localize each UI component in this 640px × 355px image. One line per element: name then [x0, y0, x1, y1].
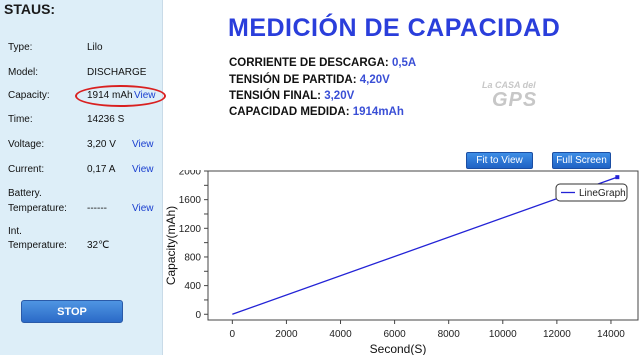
info-value: 1914mAh — [352, 106, 404, 118]
logo-line2: GPS — [492, 89, 538, 111]
info-start-voltage: TENSIÓN DE PARTIDA: 4,20V — [229, 74, 390, 86]
info-value: 4,20V — [359, 74, 390, 86]
battery-temp-value: ------ — [87, 203, 107, 214]
info-label: TENSIÓN DE PARTIDA: — [229, 74, 360, 86]
status-title: STAUS: — [4, 1, 56, 17]
voltage-label: Voltage: — [8, 139, 45, 150]
x-tick-label: 2000 — [275, 329, 298, 340]
info-discharge-current: CORRIENTE DE DESCARGA: 0,5A — [229, 57, 416, 69]
capacity-label: Capacity: — [8, 90, 50, 101]
logo: La CASA del GPS — [478, 78, 544, 118]
model-value: DISCHARGE — [87, 67, 147, 78]
type-value: Lilo — [87, 42, 103, 53]
capacity-chart: 0 400 800 1200 1600 2000 0 2000 4000 6000 8000 1000… — [164, 170, 639, 355]
x-tick-label: 12000 — [543, 329, 571, 340]
int-temp-value: 32℃ — [87, 240, 110, 251]
voltage-value: 3,20 V — [87, 139, 116, 150]
stop-button[interactable]: STOP — [21, 300, 123, 323]
y-tick-label: 2000 — [179, 170, 202, 178]
page-title: MEDICIÓN DE CAPACIDAD — [228, 14, 561, 42]
current-value: 0,17 A — [87, 164, 116, 175]
y-tick-label: 0 — [195, 310, 201, 321]
info-label: CAPACIDAD MEDIDA: — [229, 106, 353, 118]
model-label: Model: — [8, 67, 39, 78]
y-axis-title: Capacity(mAh) — [164, 206, 178, 285]
info-value: 3,20V — [324, 90, 355, 102]
info-label: TENSIÓN FINAL: — [229, 90, 325, 102]
x-tick-label: 8000 — [438, 329, 461, 340]
info-value: 0,5A — [391, 57, 417, 69]
current-label: Current: — [8, 164, 45, 175]
x-tick-label: 14000 — [597, 329, 625, 340]
x-tick-label: 10000 — [489, 329, 517, 340]
y-tick-label: 1200 — [179, 224, 202, 235]
time-label: Time: — [8, 114, 33, 125]
type-label: Type: — [8, 42, 33, 53]
info-measured-capacity: CAPACIDAD MEDIDA: 1914mAh — [229, 106, 404, 118]
x-axis-title: Second(S) — [370, 342, 427, 355]
int-temp-label-line2: Temperature: — [8, 240, 67, 251]
x-tick-label: 0 — [230, 329, 236, 340]
x-tick-label: 6000 — [383, 329, 406, 340]
current-view-link[interactable]: View — [132, 163, 154, 176]
info-label: CORRIENTE DE DESCARGA: — [229, 57, 392, 69]
full-screen-button[interactable]: Full Screen — [552, 152, 611, 169]
fit-to-view-button[interactable]: Fit to View — [466, 152, 533, 169]
y-tick-label: 400 — [184, 281, 201, 292]
voltage-view-link[interactable]: View — [132, 138, 154, 151]
info-end-voltage: TENSIÓN FINAL: 3,20V — [229, 90, 354, 102]
battery-temp-label-line2: Temperature: — [8, 203, 67, 214]
x-tick-label: 4000 — [329, 329, 352, 340]
battery-temp-view-link[interactable]: View — [132, 202, 154, 215]
status-panel: STAUS: Type: Lilo Model: DISCHARGE Capac… — [0, 0, 166, 355]
capacity-highlight-circle — [75, 85, 166, 107]
y-tick-label: 1600 — [179, 195, 202, 206]
int-temp-label-line1: Int. — [8, 226, 22, 237]
legend-label: LineGraph — [579, 188, 626, 199]
battery-temp-label-line1: Battery. — [8, 188, 42, 199]
time-value: 14236 S — [87, 114, 125, 125]
y-tick-label: 800 — [184, 252, 201, 263]
series-end-marker — [615, 175, 620, 180]
